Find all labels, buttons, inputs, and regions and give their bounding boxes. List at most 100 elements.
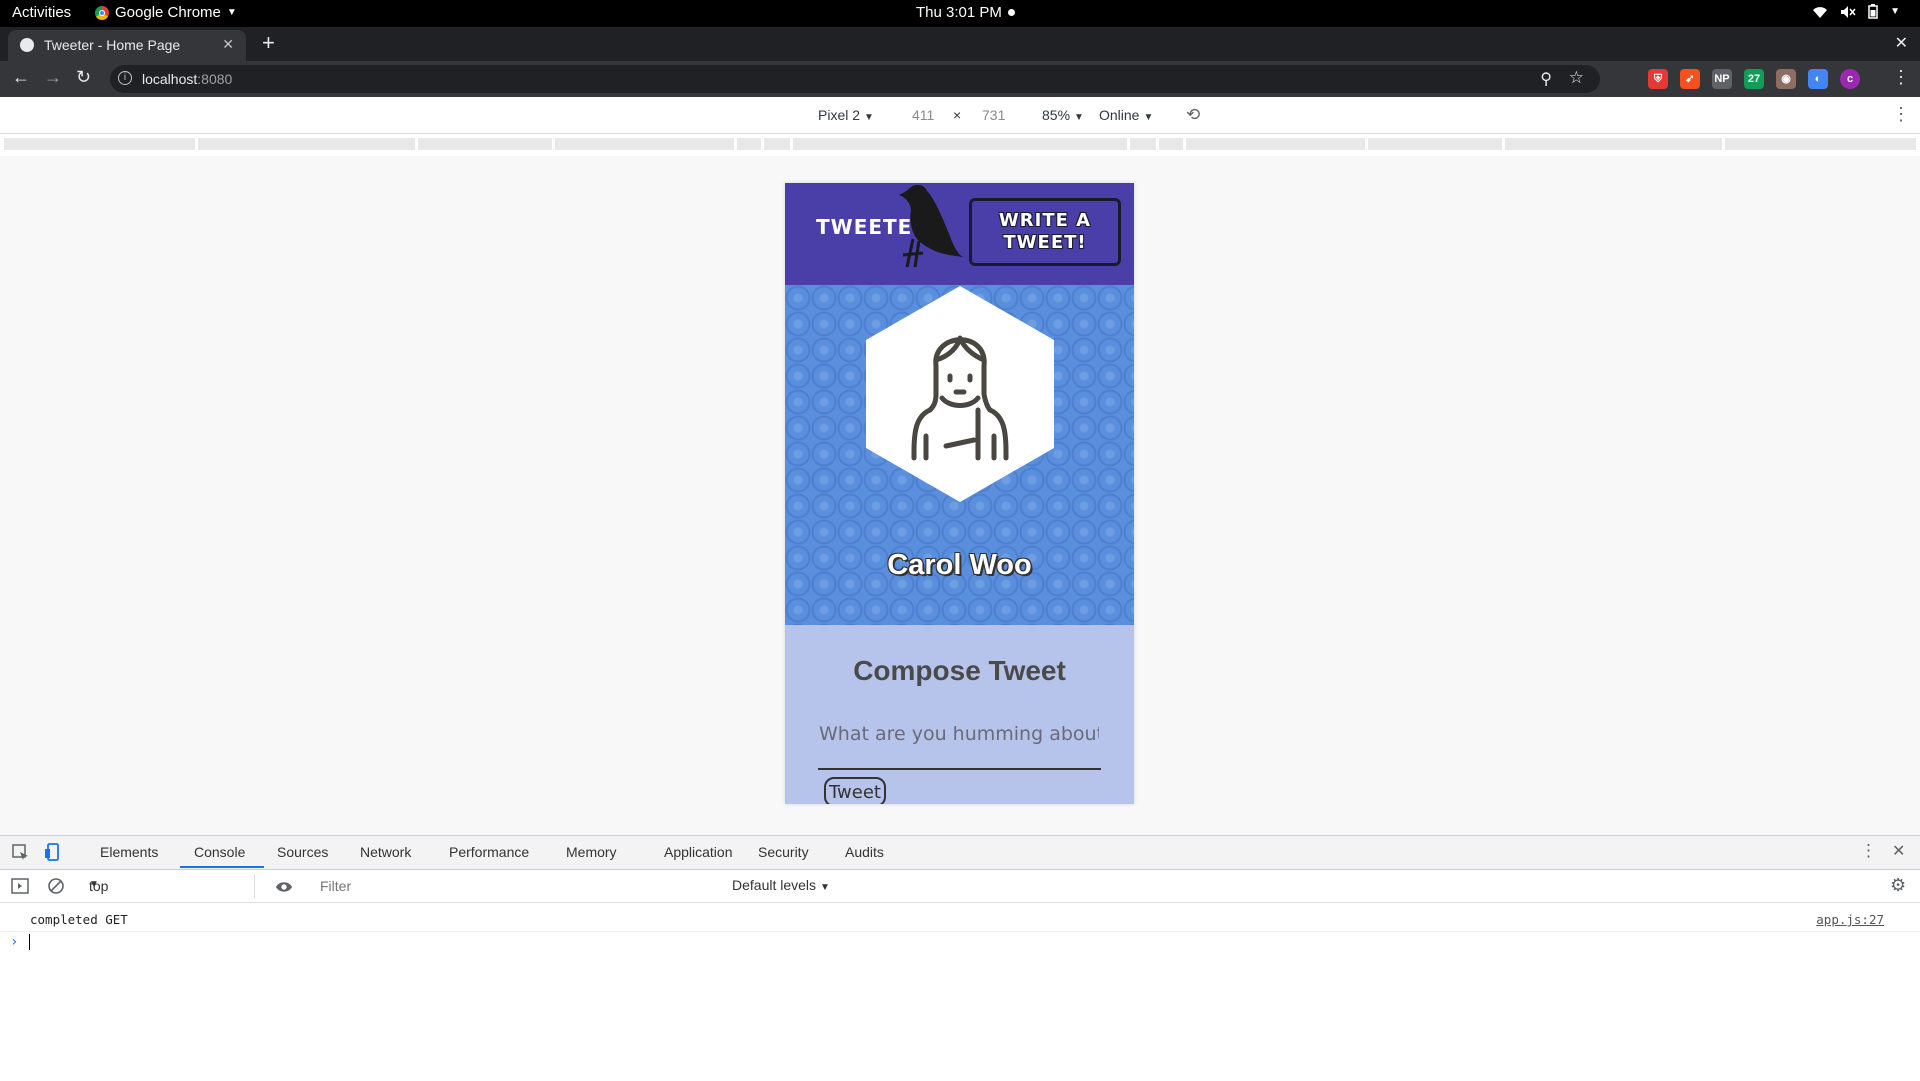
rotate-icon[interactable]: ⟲ xyxy=(1186,105,1200,125)
device-select[interactable]: Pixel 2 ▼ xyxy=(818,107,874,123)
profile-username: Carol Woo xyxy=(887,549,1032,581)
chevron-down-icon: ▼ xyxy=(89,879,99,890)
shield-ext-icon[interactable]: ⛨ xyxy=(1648,69,1668,89)
log-levels-select[interactable]: Default levels ▼ xyxy=(732,877,830,893)
devtools-menu-icon[interactable]: ⋮ xyxy=(1860,841,1878,860)
os-top-bar: Activities Google Chrome ▼ Thu 3:01 PM ▼ xyxy=(0,0,1920,27)
app-name: Google Chrome xyxy=(115,4,221,21)
url-text: localhost:8080 xyxy=(142,71,232,87)
battery-icon xyxy=(1868,4,1878,19)
volume-muted-icon xyxy=(1841,5,1856,18)
console-filter-input[interactable] xyxy=(318,874,726,898)
network-throttle-select[interactable]: Online ▼ xyxy=(1099,107,1153,123)
np-ext-icon[interactable]: NP xyxy=(1712,69,1732,89)
calendar-ext-icon[interactable]: 27 xyxy=(1744,69,1764,89)
text-caret xyxy=(29,934,30,950)
inspect-element-icon[interactable] xyxy=(11,843,29,861)
chrome-menu-icon[interactable]: ⋮ xyxy=(1892,67,1910,88)
browser-toolbar: ← → ↻ i localhost:8080 ⚲ ☆ ⛨ ➹ NP 27 ◉ ◐ c ⋮ xyxy=(0,61,1920,97)
address-bar[interactable]: i localhost:8080 ⚲ ☆ xyxy=(110,65,1600,93)
eye-icon[interactable] xyxy=(275,878,293,896)
write-tweet-line1: WRITE A xyxy=(998,210,1092,231)
profile-avatar-icon[interactable]: c xyxy=(1840,69,1860,89)
compose-title: Compose Tweet xyxy=(853,655,1066,686)
chevron-down-icon: ▼ xyxy=(1890,6,1900,17)
prompt-chevron-icon: › xyxy=(10,934,19,950)
zoom-value: 85% xyxy=(1042,107,1071,123)
height-field[interactable]: 731 xyxy=(982,107,1005,123)
zoom-icon[interactable]: ⚲ xyxy=(1540,69,1552,89)
page-frame: TWEETER WRITE A TWEET! Carol Woo Compose… xyxy=(785,183,1134,804)
favicon-icon xyxy=(20,38,34,52)
tab-security[interactable]: Security xyxy=(758,844,809,860)
close-devtools-icon[interactable]: ✕ xyxy=(1892,841,1910,860)
devtools-panel: Elements Console Sources Network Performance… xyxy=(0,835,1920,1081)
site-info-icon[interactable]: i xyxy=(118,71,132,85)
wifi-icon xyxy=(1813,6,1828,18)
tab-network[interactable]: Network xyxy=(360,844,411,860)
chevron-down-icon: ▼ xyxy=(226,7,237,18)
reload-icon[interactable]: ↻ xyxy=(76,67,91,88)
arrow-ext-icon[interactable]: ➹ xyxy=(1680,69,1700,89)
media-query-bar[interactable] xyxy=(0,134,1920,156)
tab-elements[interactable]: Elements xyxy=(100,844,158,860)
clock[interactable]: Thu 3:01 PM xyxy=(916,4,1015,21)
emulated-viewport: TWEETER WRITE A TWEET! Carol Woo Compose… xyxy=(0,156,1920,835)
circle-ext-icon[interactable]: ◐ xyxy=(1808,69,1828,89)
bird-icon xyxy=(899,184,963,268)
activities-button[interactable]: Activities xyxy=(12,4,71,21)
tab-application[interactable]: Application xyxy=(664,844,733,860)
times-symbol: × xyxy=(953,107,962,123)
system-tray[interactable]: ▼ xyxy=(1812,4,1900,19)
clock-text: Thu 3:01 PM xyxy=(916,4,1002,21)
tab-audits[interactable]: Audits xyxy=(845,844,884,860)
log-message: completed GET xyxy=(30,912,128,927)
close-tab-icon[interactable]: ✕ xyxy=(222,36,234,53)
write-tweet-button[interactable]: WRITE A TWEET! xyxy=(969,198,1121,266)
width-field[interactable]: 411 xyxy=(912,107,934,123)
owl-ext-icon[interactable]: ◉ xyxy=(1776,69,1796,89)
devtools-tab-bar: Elements Console Sources Network Performance… xyxy=(0,836,1920,870)
device-name: Pixel 2 xyxy=(818,107,861,123)
clear-console-icon[interactable] xyxy=(47,877,65,895)
forward-arrow-icon[interactable]: → xyxy=(44,67,62,88)
tab-console[interactable]: Console xyxy=(194,844,245,860)
chevron-down-icon: ▼ xyxy=(864,112,874,123)
tab-strip: Tweeter - Home Page ✕ + ✕ xyxy=(0,27,1920,61)
compose-section: Compose Tweet Tweet xyxy=(785,625,1134,804)
chrome-icon xyxy=(95,5,109,20)
app-menu[interactable]: Google Chrome ▼ xyxy=(95,4,237,21)
more-options-icon[interactable]: ⋮ xyxy=(1892,104,1910,125)
tweet-submit-button[interactable]: Tweet xyxy=(824,777,886,804)
sidebar-toggle-icon[interactable] xyxy=(11,877,29,895)
tweet-text-input[interactable] xyxy=(817,713,1101,755)
console-toolbar: top ▼ Default levels ▼ ⚙ xyxy=(0,870,1920,903)
log-source-link[interactable]: app.js:27 xyxy=(1816,912,1884,927)
browser-tab[interactable]: Tweeter - Home Page ✕ xyxy=(8,30,246,61)
log-levels-value: Default levels xyxy=(732,877,817,893)
bookmark-star-icon[interactable]: ☆ xyxy=(1569,68,1584,88)
back-arrow-icon[interactable]: ← xyxy=(12,67,30,88)
network-value: Online xyxy=(1099,107,1140,123)
console-log-row: completed GET app.js:27 xyxy=(0,909,1920,932)
tab-sources[interactable]: Sources xyxy=(277,844,328,860)
context-select[interactable]: top ▼ xyxy=(82,874,255,898)
input-underline xyxy=(818,768,1101,770)
new-tab-button[interactable]: + xyxy=(262,32,275,54)
device-toolbar: Pixel 2 ▼ 411 × 731 85% ▼ Online ▼ ⟲ ⋮ xyxy=(0,97,1920,134)
settings-gear-icon[interactable]: ⚙ xyxy=(1890,875,1908,895)
active-tab-underline xyxy=(180,866,264,868)
url-port: :8080 xyxy=(197,71,233,87)
chevron-down-icon: ▼ xyxy=(1074,112,1084,123)
zoom-select[interactable]: 85% ▼ xyxy=(1042,107,1084,123)
chevron-down-icon: ▼ xyxy=(1143,112,1154,123)
write-tweet-line2: TWEET! xyxy=(1003,232,1087,253)
site-nav: TWEETER WRITE A TWEET! xyxy=(785,183,1134,285)
notification-dot-icon xyxy=(1007,9,1015,16)
close-window-icon[interactable]: ✕ xyxy=(1895,33,1908,53)
tab-performance[interactable]: Performance xyxy=(449,844,529,860)
tab-memory[interactable]: Memory xyxy=(566,844,617,860)
tab-title: Tweeter - Home Page xyxy=(44,37,181,53)
device-toggle-icon[interactable] xyxy=(44,843,62,861)
avatar xyxy=(866,286,1054,502)
